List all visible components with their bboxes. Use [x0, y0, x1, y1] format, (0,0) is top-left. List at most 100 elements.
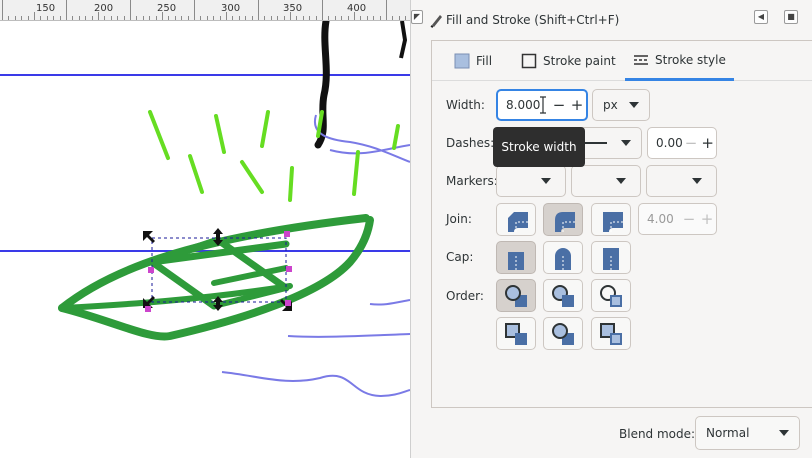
- ruler-tick: [142, 16, 144, 20]
- width-unit-select[interactable]: px: [592, 89, 650, 121]
- panel-content: Fill Stroke paint Stroke style Width: 8.…: [431, 40, 812, 408]
- tab-stroke-paint-label: Stroke paint: [543, 54, 616, 68]
- ruler-tick: [194, 0, 195, 20]
- ruler-label-250: 250: [157, 3, 177, 14]
- ruler-tick: [206, 16, 208, 20]
- ruler-tick: [341, 16, 343, 20]
- dash-offset-increment-button[interactable]: +: [699, 134, 716, 152]
- drawing-artwork[interactable]: [0, 21, 410, 458]
- ruler-tick: [34, 12, 35, 20]
- ruler-tick: [334, 16, 336, 20]
- scale-handle-top-left: [143, 231, 155, 243]
- end-marker-select[interactable]: [646, 165, 717, 197]
- tab-fill[interactable]: Fill: [446, 41, 500, 81]
- mid-marker-select[interactable]: [571, 165, 641, 197]
- cap-butt-button[interactable]: [496, 241, 536, 274]
- tab-stroke-style-label: Stroke style: [655, 52, 726, 67]
- chevron-down-icon: [541, 178, 551, 184]
- app-window: 150 200 250 300 350 400 Fill and Stroke …: [0, 0, 812, 458]
- join-miter-button[interactable]: [591, 203, 631, 236]
- ruler-tick: [78, 16, 80, 20]
- round-join-icon: [555, 211, 575, 232]
- panel-dock-icon[interactable]: ◀: [754, 10, 768, 24]
- ruler-tick: [379, 16, 381, 20]
- panel-grip-icon[interactable]: ◤: [411, 10, 423, 24]
- dash-offset-spinbox[interactable]: 0.00 − +: [647, 127, 717, 159]
- width-label: Width:: [446, 98, 485, 112]
- paint-order-icon: [600, 322, 622, 345]
- order-fill-markers-stroke-button[interactable]: [591, 279, 631, 312]
- blend-mode-label: Blend mode:: [619, 427, 696, 441]
- ruler-tick: [296, 16, 298, 20]
- cap-square-button[interactable]: [591, 241, 631, 274]
- ruler-tick: [21, 16, 23, 20]
- ruler-tick: [117, 16, 119, 20]
- miter-join-icon: [603, 211, 623, 232]
- paint-order-icon: [552, 284, 574, 307]
- ruler-tick: [213, 16, 215, 20]
- width-unit-value: px: [603, 98, 618, 112]
- fill-icon: [454, 53, 470, 69]
- tab-stroke-paint[interactable]: Stroke paint: [513, 41, 624, 81]
- tab-fill-label: Fill: [476, 54, 493, 68]
- wave-stroke-4[interactable]: [287, 333, 410, 338]
- ruler-tick: [264, 16, 266, 20]
- ruler-tick: [27, 16, 29, 20]
- wave-stroke-3[interactable]: [369, 299, 410, 306]
- order-markers-stroke-fill-button[interactable]: [591, 317, 631, 350]
- fill-stroke-icon: [430, 15, 442, 28]
- ruler-tick: [315, 16, 317, 20]
- square-cap-icon: [603, 247, 619, 270]
- ruler-tick: [398, 16, 400, 20]
- join-round-button[interactable]: [543, 203, 583, 236]
- order-stroke-markers-fill-button[interactable]: [543, 317, 583, 350]
- ruler-tick: [155, 16, 157, 20]
- tab-stroke-style[interactable]: Stroke style: [625, 41, 734, 81]
- ruler-tick: [85, 16, 87, 20]
- ruler-tick: [354, 12, 355, 20]
- grass-group[interactable]: [148, 110, 400, 202]
- order-markers-fill-stroke-button[interactable]: [496, 317, 536, 350]
- chevron-down-icon: [621, 140, 631, 146]
- markers-label: Markers:: [446, 174, 498, 188]
- ruler-tick: [130, 0, 131, 20]
- start-marker-select[interactable]: [496, 165, 566, 197]
- paint-order-icon: [505, 284, 527, 307]
- ruler-label-400: 400: [347, 3, 367, 14]
- miter-limit-value[interactable]: 4.00: [639, 212, 680, 226]
- ruler-tick: [322, 0, 323, 20]
- blend-mode-select[interactable]: Normal: [695, 416, 800, 450]
- ruler-tick: [104, 16, 106, 20]
- ruler-tick: [174, 16, 176, 20]
- miter-limit-decrement-button[interactable]: −: [680, 210, 698, 228]
- panel-titlebar: Fill and Stroke (Shift+Ctrl+F) ◀ ■ ◤: [411, 0, 812, 38]
- text-cursor-icon: [540, 96, 546, 114]
- paint-order-icon: [505, 322, 527, 345]
- dark-vine-shape-right[interactable]: [399, 21, 408, 59]
- ruler-tick: [72, 16, 74, 20]
- width-increment-button[interactable]: +: [568, 96, 586, 114]
- join-bevel-button[interactable]: [496, 203, 536, 236]
- ruler-tick: [226, 12, 227, 20]
- ruler-tick: [405, 16, 407, 20]
- ruler-tick: [46, 16, 48, 20]
- width-decrement-button[interactable]: −: [550, 96, 568, 114]
- cap-round-button[interactable]: [543, 241, 583, 274]
- panel-close-icon[interactable]: ■: [784, 10, 798, 24]
- order-stroke-fill-markers-button[interactable]: [543, 279, 583, 312]
- order-fill-stroke-markers-button[interactable]: [496, 279, 536, 312]
- ruler-tick: [110, 16, 112, 20]
- drawing-canvas[interactable]: 150 200 250 300 350 400: [0, 0, 410, 458]
- ruler-tick: [98, 12, 99, 20]
- miter-limit-increment-button[interactable]: +: [698, 210, 716, 228]
- dash-offset-value[interactable]: 0.00: [648, 136, 683, 150]
- join-label: Join:: [446, 212, 472, 226]
- chevron-down-icon: [616, 178, 626, 184]
- order-label: Order:: [446, 289, 484, 303]
- wave-stroke-5[interactable]: [221, 371, 410, 398]
- chevron-down-icon: [692, 178, 702, 184]
- horizontal-ruler[interactable]: 150 200 250 300 350 400: [0, 0, 410, 21]
- dash-offset-decrement-button[interactable]: −: [683, 134, 700, 152]
- butt-cap-icon: [508, 251, 524, 270]
- miter-limit-spinbox[interactable]: 4.00 − +: [638, 203, 717, 235]
